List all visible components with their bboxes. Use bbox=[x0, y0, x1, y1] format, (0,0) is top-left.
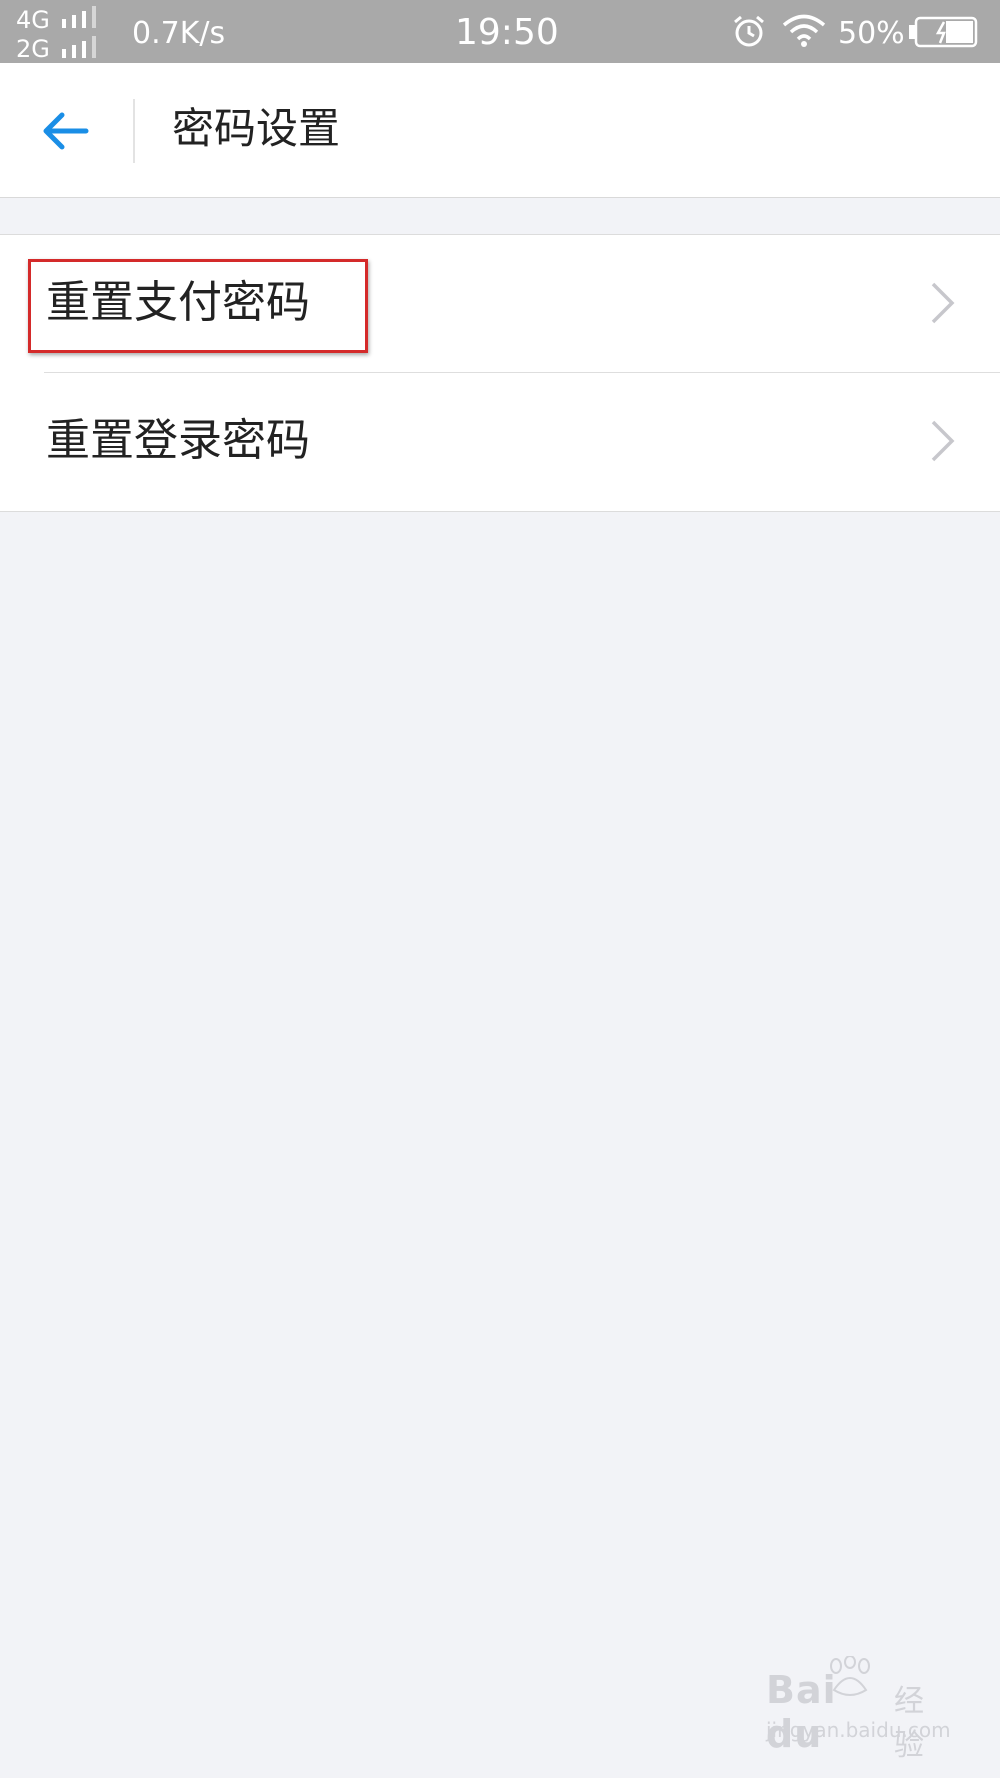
signal-bars-icon bbox=[62, 6, 110, 28]
back-arrow-icon[interactable] bbox=[38, 103, 94, 159]
network-type-2: 2G bbox=[16, 35, 50, 63]
clock: 19:50 bbox=[455, 12, 559, 53]
password-settings-list: 重置支付密码 重置登录密码 bbox=[0, 234, 1000, 512]
alarm-icon bbox=[734, 15, 764, 47]
chevron-right-icon bbox=[931, 282, 955, 324]
watermark-logo: Bai du bbox=[766, 1668, 837, 1756]
app-bar-divider bbox=[133, 99, 135, 163]
battery-charging-icon bbox=[909, 16, 978, 48]
status-bar: 4G 2G 0.7K/s 19:50 50% bbox=[0, 0, 1000, 63]
reset-payment-password-item[interactable]: 重置支付密码 bbox=[0, 235, 1000, 373]
list-item-label: 重置登录密码 bbox=[46, 415, 310, 466]
network-speed: 0.7K/s bbox=[132, 16, 226, 51]
highlight-box bbox=[28, 259, 368, 353]
watermark-url: jingyan.baidu.com bbox=[766, 1718, 951, 1742]
reset-login-password-item[interactable]: 重置登录密码 bbox=[0, 373, 1000, 510]
chevron-right-icon bbox=[931, 420, 955, 462]
signal-bars-icon bbox=[62, 36, 110, 58]
battery-level: 50% bbox=[838, 16, 905, 51]
page-title: 密码设置 bbox=[172, 104, 341, 153]
app-bar: 密码设置 bbox=[0, 63, 1000, 198]
wifi-icon bbox=[782, 14, 826, 47]
network-type-1: 4G bbox=[16, 6, 50, 34]
